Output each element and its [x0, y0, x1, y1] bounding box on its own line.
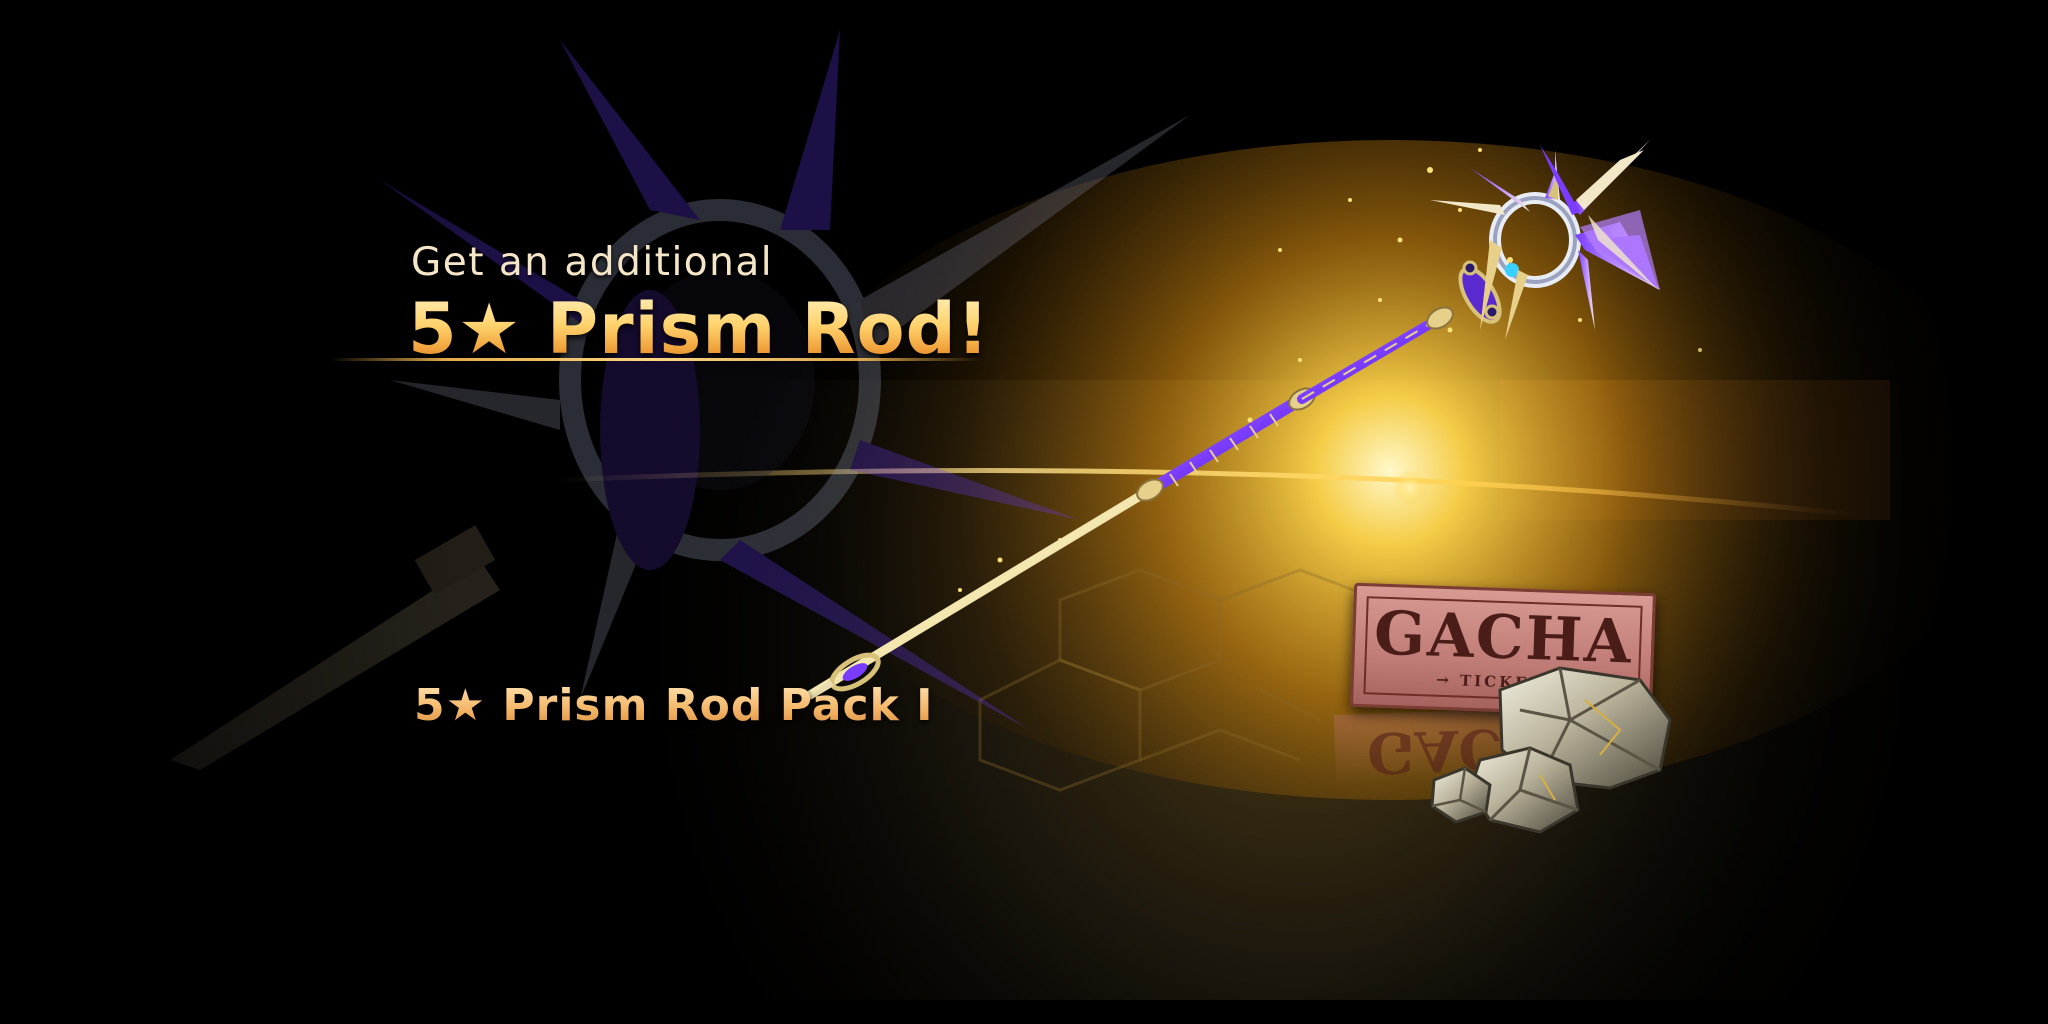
promo-banner: Get an additional 5★ Prism Rod! 5★ Prism… — [0, 0, 2048, 1024]
banner-subtitle: Get an additional — [411, 240, 774, 285]
headline-underline — [330, 358, 980, 361]
prism-rod-icon — [805, 140, 1660, 700]
ore-stones-icon — [1430, 666, 1672, 834]
pack-name: 5★ Prism Rod Pack I — [414, 680, 934, 731]
